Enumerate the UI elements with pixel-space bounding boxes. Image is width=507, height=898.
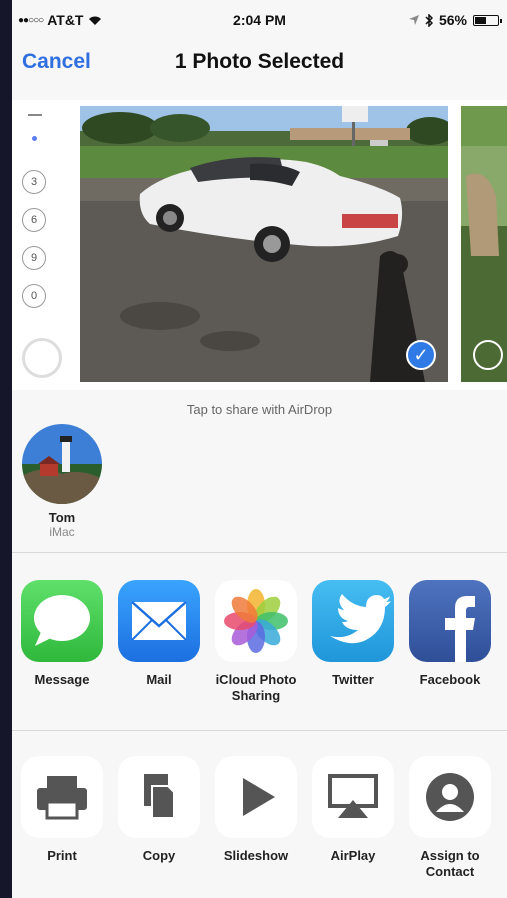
battery-percent: 56%	[438, 12, 467, 28]
car-photo-image	[80, 106, 448, 382]
print-icon	[21, 756, 103, 838]
twitter-icon	[312, 580, 394, 662]
app-label: Twitter	[332, 672, 374, 687]
avatar	[22, 424, 102, 504]
unselected-check-icon[interactable]	[473, 340, 503, 370]
action-label: AirPlay	[330, 848, 376, 863]
app-label: Facebook	[419, 672, 481, 687]
mail-share-button[interactable]: Mail	[113, 580, 205, 688]
message-icon	[21, 580, 103, 662]
previous-photo-thumbnail[interactable]: 3 6 9 0	[12, 106, 76, 382]
page-title: 1 Photo Selected	[174, 50, 345, 73]
action-label: Copy	[142, 848, 176, 863]
slideshow-button[interactable]: Slideshow	[210, 756, 302, 864]
battery-icon	[473, 14, 502, 26]
selected-photo[interactable]: ✓	[80, 106, 448, 382]
message-share-button[interactable]: Message	[16, 580, 108, 688]
photo-strip[interactable]: 3 6 9 0 ✓	[12, 100, 507, 390]
share-sheet-screen: ●●○○○ AT&T 2:04 PM 56% Cancel 1 Photo Se…	[12, 0, 507, 898]
assign-to-contact-button[interactable]: Assign to Contact	[404, 756, 496, 880]
bluetooth-icon	[425, 13, 433, 27]
divider	[12, 552, 507, 553]
copy-button[interactable]: Copy	[113, 756, 205, 864]
airplay-button[interactable]: AirPlay	[307, 756, 399, 864]
location-icon	[408, 15, 419, 25]
twitter-share-button[interactable]: Twitter	[307, 580, 399, 688]
copy-icon	[118, 756, 200, 838]
facebook-share-button[interactable]: Facebook	[404, 580, 496, 688]
keypad-number: 3	[22, 170, 46, 194]
keypad-number: 6	[22, 208, 46, 232]
action-label: Slideshow	[223, 848, 289, 863]
print-button[interactable]: Print	[16, 756, 108, 864]
next-photo-thumbnail[interactable]	[461, 106, 507, 382]
play-icon	[215, 756, 297, 838]
status-bar: ●●○○○ AT&T 2:04 PM 56%	[12, 0, 507, 40]
mail-icon	[118, 580, 200, 662]
photos-icon	[215, 580, 297, 662]
keypad-number: 0	[22, 284, 46, 308]
keypad-number: 9	[22, 246, 46, 270]
airplay-icon	[312, 756, 394, 838]
facebook-icon	[409, 580, 491, 662]
action-label: Assign to Contact	[420, 848, 480, 879]
app-label: iCloud Photo Sharing	[215, 672, 297, 703]
action-label: Print	[47, 848, 77, 863]
app-label: Mail	[146, 672, 172, 687]
contact-device: iMac	[49, 525, 75, 539]
navigation-bar: Cancel 1 Photo Selected	[12, 40, 507, 90]
status-right: 56%	[408, 12, 502, 28]
divider	[12, 730, 507, 731]
contact-icon	[409, 756, 491, 838]
airdrop-contact[interactable]: Tom iMac	[22, 424, 102, 539]
contact-name: Tom	[48, 510, 76, 525]
icloud-photo-sharing-button[interactable]: iCloud Photo Sharing	[210, 580, 302, 704]
airdrop-hint: Tap to share with AirDrop	[186, 402, 333, 417]
app-label: Message	[34, 672, 90, 687]
selected-check-icon[interactable]: ✓	[406, 340, 436, 370]
